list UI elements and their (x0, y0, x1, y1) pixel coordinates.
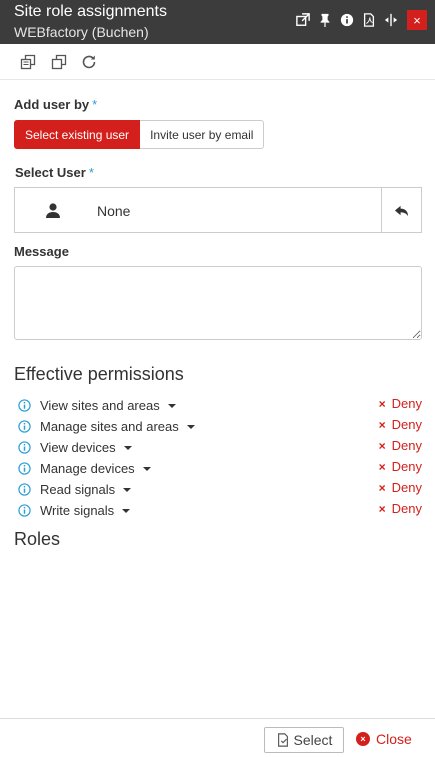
permission-row: Manage sites and areas × Deny (18, 417, 422, 438)
info-icon[interactable] (18, 504, 31, 517)
user-picker[interactable]: None (14, 187, 422, 233)
permission-dropdown[interactable]: Write signals (40, 503, 131, 518)
window-title: Site role assignments (14, 3, 167, 20)
permission-dropdown[interactable]: Manage sites and areas (40, 419, 195, 434)
pin-icon[interactable] (317, 10, 333, 30)
info-icon[interactable] (18, 462, 31, 475)
select-doc-icon (277, 733, 288, 747)
caret-down-icon (122, 508, 131, 513)
message-label: Message (14, 244, 69, 259)
add-user-mode-toggle: Select existing user Invite user by emai… (14, 120, 265, 149)
permission-dropdown[interactable]: View devices (40, 440, 132, 455)
selected-user-value: None (97, 203, 131, 219)
permission-row: View sites and areas × Deny (18, 396, 422, 417)
reset-user-button[interactable] (381, 188, 421, 232)
permission-row: Read signals × Deny (18, 480, 422, 501)
required-mark: * (92, 97, 98, 112)
select-user-label: Select User * (15, 165, 94, 180)
invite-user-by-email-button[interactable]: Invite user by email (140, 120, 265, 149)
permission-row: View devices × Deny (18, 438, 422, 459)
info-icon[interactable] (18, 399, 31, 412)
deny-status: × Deny (378, 501, 422, 516)
caret-down-icon (167, 403, 176, 408)
close-icon[interactable]: × (407, 10, 427, 30)
add-user-label: Add user by * (14, 97, 98, 112)
window-titlebar: Site role assignments WEBfactory (Buchen… (0, 0, 435, 44)
info-icon[interactable] (18, 441, 31, 454)
reply-icon (394, 205, 409, 216)
refresh-icon[interactable] (81, 54, 97, 70)
copy-icon[interactable] (20, 54, 36, 70)
x-icon: × (378, 460, 386, 474)
x-icon: × (378, 502, 386, 516)
select-existing-user-button[interactable]: Select existing user (14, 120, 141, 149)
close-circle-icon: × (356, 732, 370, 746)
caret-down-icon (123, 445, 132, 450)
deny-status: × Deny (378, 438, 422, 453)
permission-dropdown[interactable]: Manage devices (40, 461, 151, 476)
window-subtitle: WEBfactory (Buchen) (14, 24, 149, 40)
deny-status: × Deny (378, 417, 422, 432)
caret-down-icon (123, 487, 132, 492)
required-mark: * (88, 165, 94, 180)
x-icon: × (378, 397, 386, 411)
toolbar (0, 44, 435, 80)
caret-down-icon (142, 466, 151, 471)
user-icon (45, 202, 61, 218)
permission-row: Manage devices × Deny (18, 459, 422, 480)
caret-down-icon (186, 424, 195, 429)
info-icon[interactable] (18, 483, 31, 496)
message-textarea[interactable] (14, 266, 422, 340)
select-button[interactable]: Select (264, 727, 344, 753)
resize-icon[interactable] (383, 10, 399, 30)
close-button[interactable]: × Close (356, 731, 412, 747)
clone-icon[interactable] (51, 54, 67, 70)
effective-permissions-title: Effective permissions (14, 364, 184, 384)
deny-status: × Deny (378, 396, 422, 411)
x-icon: × (378, 418, 386, 432)
x-icon: × (378, 439, 386, 453)
dialog-footer: Select × Close (0, 718, 435, 758)
pdf-icon[interactable] (361, 10, 377, 30)
permission-dropdown[interactable]: View sites and areas (40, 398, 176, 413)
info-icon[interactable] (18, 420, 31, 433)
deny-status: × Deny (378, 480, 422, 495)
permission-row: Write signals × Deny (18, 501, 422, 522)
x-icon: × (378, 481, 386, 495)
deny-status: × Deny (378, 459, 422, 474)
popout-icon[interactable] (295, 10, 311, 30)
info-icon[interactable] (339, 10, 355, 30)
roles-title: Roles (14, 529, 61, 549)
permission-dropdown[interactable]: Read signals (40, 482, 132, 497)
